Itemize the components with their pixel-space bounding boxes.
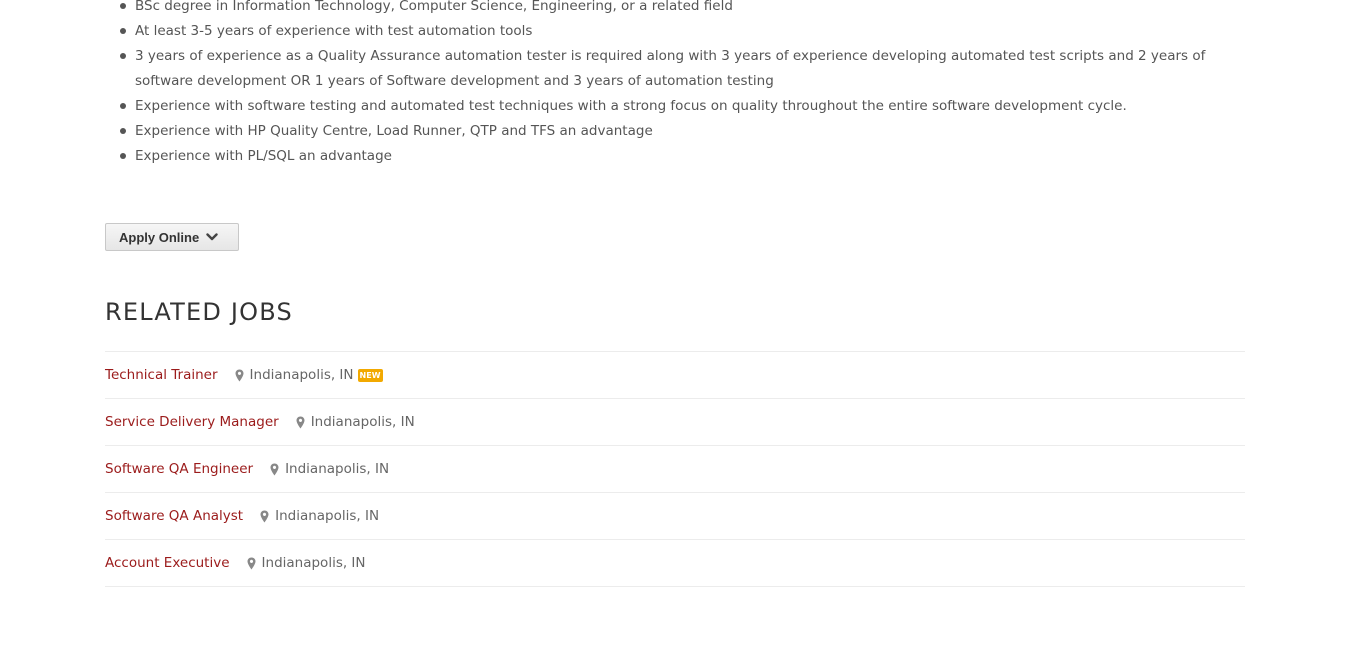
related-jobs-list: Technical Trainer Indianapolis, IN NEW S… [105, 351, 1245, 587]
job-title-link[interactable]: Technical Trainer [105, 367, 218, 383]
map-pin-icon [296, 416, 305, 429]
bullet-icon [120, 128, 126, 134]
related-job-row: Software QA Engineer Indianapolis, IN [105, 446, 1245, 493]
new-badge: NEW [357, 368, 383, 382]
map-pin-icon [260, 510, 269, 523]
job-location: Indianapolis, IN [310, 414, 415, 430]
requirement-text: Experience with PL/SQL an advantage [135, 148, 392, 164]
map-pin-icon [235, 369, 244, 382]
requirements-list: BSc degree in Information Technology, Co… [119, 0, 1219, 169]
related-job-row: Account Executive Indianapolis, IN [105, 540, 1245, 587]
requirement-item: At least 3-5 years of experience with te… [119, 19, 1219, 44]
requirement-text: 3 years of experience as a Quality Assur… [135, 48, 1206, 89]
bullet-icon [120, 103, 126, 109]
chevron-down-icon [206, 232, 218, 242]
related-job-row: Service Delivery Manager Indianapolis, I… [105, 399, 1245, 446]
requirement-text: At least 3-5 years of experience with te… [135, 23, 533, 39]
job-title-link[interactable]: Service Delivery Manager [105, 414, 279, 430]
requirement-item: BSc degree in Information Technology, Co… [119, 0, 1219, 19]
requirement-item: Experience with HP Quality Centre, Load … [119, 119, 1219, 144]
map-pin-icon [270, 463, 279, 476]
job-title-link[interactable]: Software QA Analyst [105, 508, 243, 524]
related-jobs-heading: RELATED JOBS [105, 298, 293, 326]
related-job-row: Software QA Analyst Indianapolis, IN [105, 493, 1245, 540]
job-location: Indianapolis, IN [285, 461, 390, 477]
map-pin-icon [247, 557, 256, 570]
apply-online-label: Apply Online [119, 229, 200, 245]
bullet-icon [120, 3, 126, 9]
bullet-icon [120, 153, 126, 159]
job-title-link[interactable]: Software QA Engineer [105, 461, 253, 477]
requirement-item: Experience with PL/SQL an advantage [119, 144, 1219, 169]
requirement-text: BSc degree in Information Technology, Co… [135, 0, 733, 14]
requirement-text: Experience with software testing and aut… [135, 98, 1127, 114]
requirement-item: 3 years of experience as a Quality Assur… [119, 44, 1219, 94]
bullet-icon [120, 28, 126, 34]
related-job-row: Technical Trainer Indianapolis, IN NEW [105, 352, 1245, 399]
requirement-item: Experience with software testing and aut… [119, 94, 1219, 119]
requirement-text: Experience with HP Quality Centre, Load … [135, 123, 653, 139]
job-location: Indianapolis, IN [261, 555, 366, 571]
bullet-icon [120, 53, 126, 59]
apply-online-button[interactable]: Apply Online [105, 223, 239, 251]
job-title-link[interactable]: Account Executive [105, 555, 230, 571]
job-location: Indianapolis, IN [275, 508, 380, 524]
job-location: Indianapolis, IN [249, 367, 354, 383]
